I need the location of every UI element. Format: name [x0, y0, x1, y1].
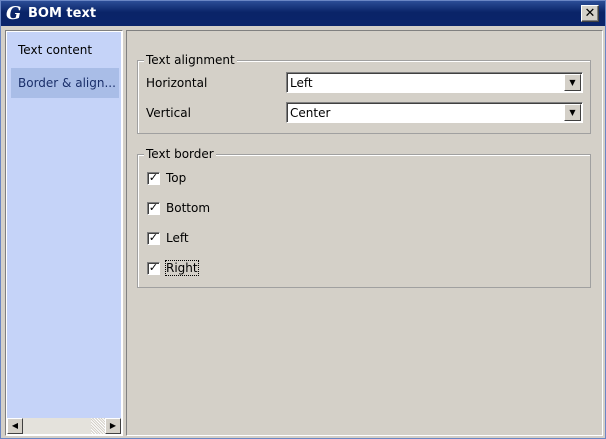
scroll-left-button[interactable]: ◀	[7, 418, 23, 434]
left-checkbox[interactable]: ✓	[147, 232, 160, 245]
sidebar-horizontal-scrollbar[interactable]: ◀ ▶	[7, 418, 121, 434]
checkmark-icon: ✓	[148, 261, 159, 274]
sidebar-list: Text content Border & align...	[7, 32, 121, 418]
checkmark-icon: ✓	[148, 231, 159, 244]
right-checkbox-label[interactable]: Right	[165, 260, 199, 276]
top-checkbox-label[interactable]: Top	[166, 171, 186, 185]
sidebar-item-border-align[interactable]: Border & align...	[11, 68, 119, 98]
window-title: BOM text	[28, 6, 97, 21]
chevron-down-icon: ▼	[569, 108, 576, 117]
sidebar-item-text-content[interactable]: Text content	[11, 35, 119, 65]
chevron-down-icon: ▼	[569, 78, 576, 87]
bom-text-dialog: G BOM text ✕ Text content Border & align…	[0, 0, 606, 439]
top-checkbox[interactable]: ✓	[147, 172, 160, 185]
horizontal-label: Horizontal	[146, 76, 208, 90]
text-alignment-legend: Text alignment	[144, 53, 237, 67]
close-button[interactable]: ✕	[581, 5, 599, 22]
checkmark-icon: ✓	[148, 201, 159, 214]
horizontal-value: Left	[290, 76, 313, 90]
checkmark-icon: ✓	[148, 171, 159, 184]
horizontal-dropdown[interactable]: Left ▼	[286, 72, 583, 93]
scrollbar-track[interactable]	[91, 418, 105, 434]
horizontal-dropdown-button[interactable]: ▼	[564, 74, 581, 91]
right-checkbox[interactable]: ✓	[147, 262, 160, 275]
bottom-checkbox[interactable]: ✓	[147, 202, 160, 215]
sidebar: Text content Border & align... ◀ ▶	[5, 30, 123, 436]
close-icon: ✕	[584, 6, 596, 21]
scroll-left-icon: ◀	[11, 421, 19, 430]
text-border-group: Text border	[137, 147, 591, 288]
title-bar[interactable]: G BOM text ✕	[1, 1, 605, 26]
scroll-right-button[interactable]: ▶	[105, 418, 121, 434]
vertical-value: Center	[290, 106, 331, 120]
vertical-dropdown-button[interactable]: ▼	[564, 104, 581, 121]
left-checkbox-label[interactable]: Left	[166, 231, 189, 245]
vertical-dropdown[interactable]: Center ▼	[286, 102, 583, 123]
text-border-legend: Text border	[144, 147, 216, 161]
app-logo-icon: G	[6, 3, 22, 24]
vertical-label: Vertical	[146, 106, 191, 120]
bottom-checkbox-label[interactable]: Bottom	[166, 201, 210, 215]
scroll-right-icon: ▶	[109, 421, 117, 430]
